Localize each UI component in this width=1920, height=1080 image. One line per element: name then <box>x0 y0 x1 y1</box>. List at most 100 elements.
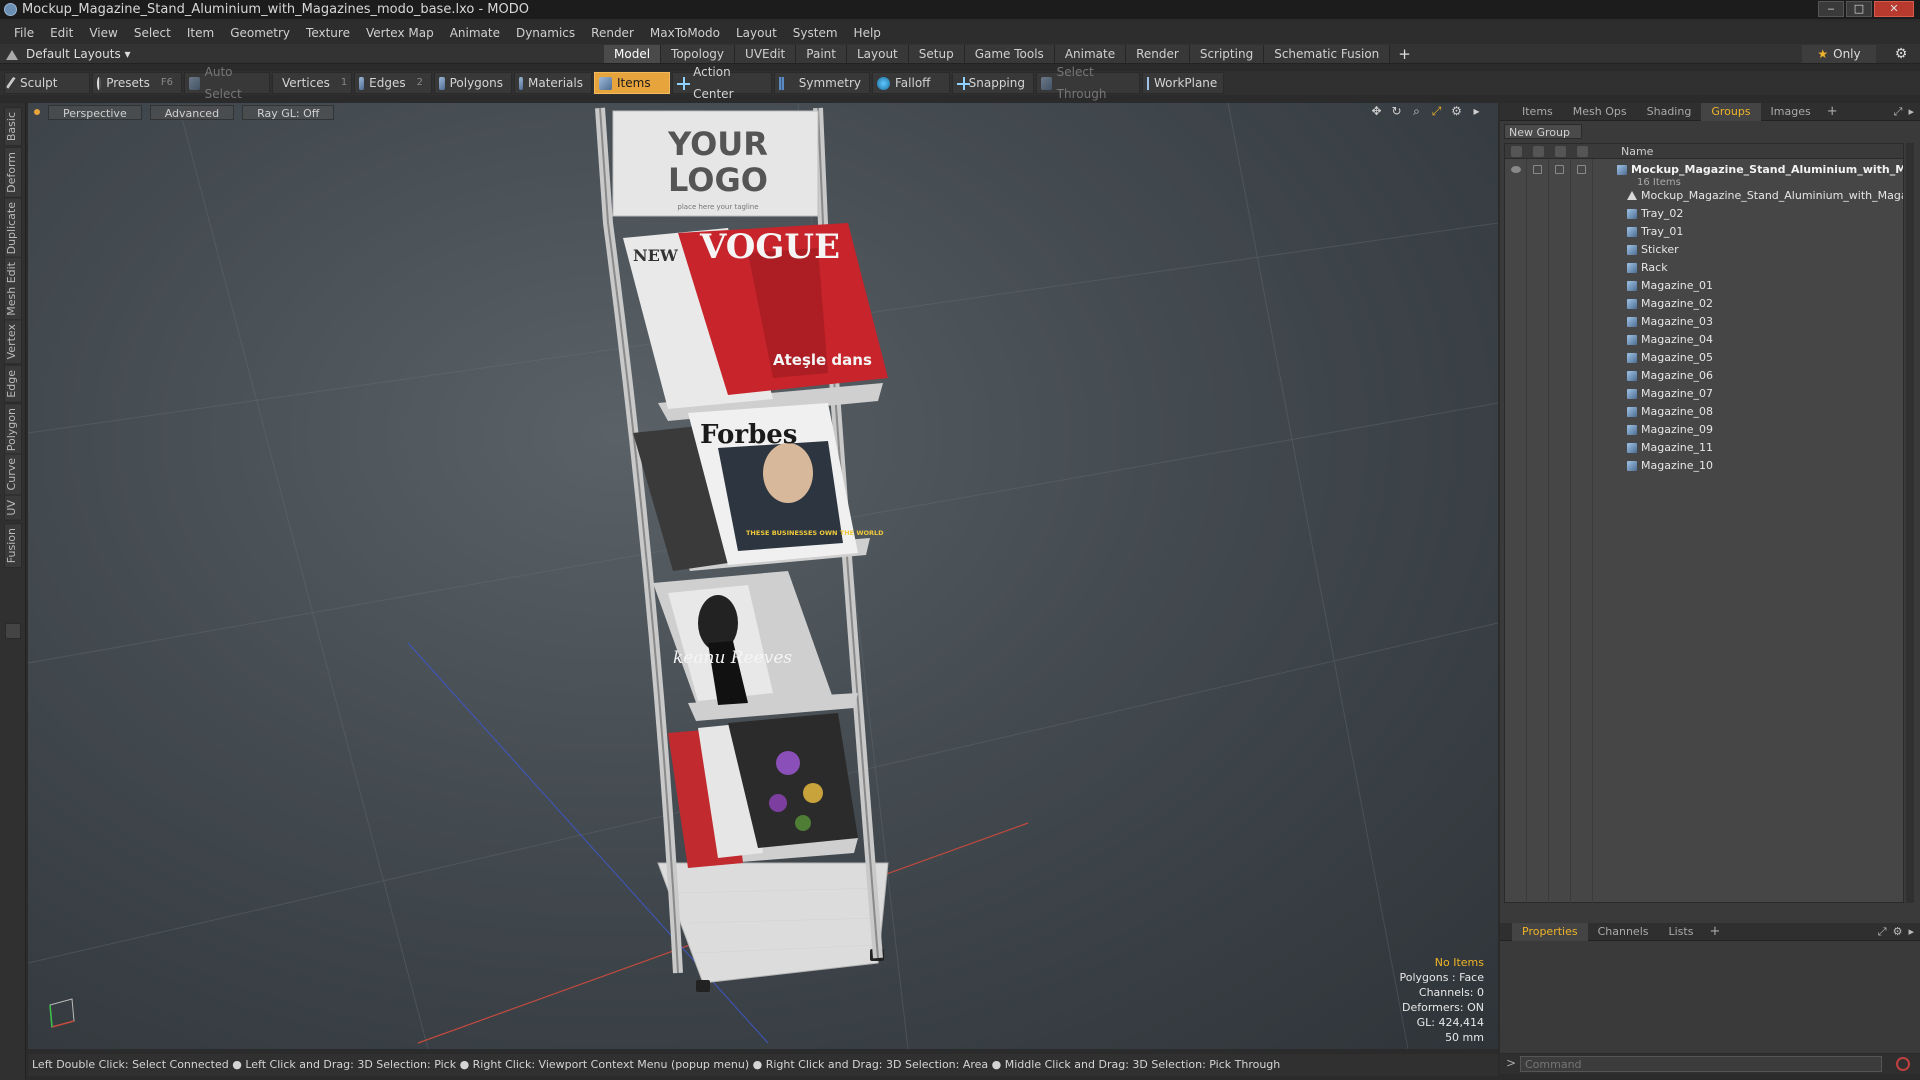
menu-maxtomodo[interactable]: MaxToModo <box>642 22 728 44</box>
list-item[interactable]: Magazine_02 <box>1505 295 1903 313</box>
tab-lists[interactable]: Lists <box>1659 923 1704 941</box>
shading-mode-button[interactable]: Advanced <box>149 104 235 120</box>
list-item[interactable]: Magazine_04 <box>1505 331 1903 349</box>
sculpt-button[interactable]: Sculpt <box>4 72 90 94</box>
pan-icon[interactable]: ✥ <box>1369 104 1384 119</box>
viewport-settings-icon[interactable]: ⚙ <box>1449 104 1464 119</box>
only-toggle[interactable]: ★ Only <box>1802 45 1876 63</box>
lock-toggle-icon[interactable] <box>1555 165 1564 174</box>
add-properties-tab-button[interactable]: + <box>1703 924 1726 939</box>
3d-viewport[interactable]: YOUR LOGO place here your tagline NEW VO… <box>28 103 1498 1049</box>
groups-scrollbar[interactable] <box>1906 143 1914 903</box>
tab-channels[interactable]: Channels <box>1588 923 1659 941</box>
panel-menu-icon[interactable]: ▸ <box>1908 103 1914 121</box>
left-tab-duplicate[interactable]: Duplicate <box>4 197 22 260</box>
list-item[interactable]: Magazine_08 <box>1505 403 1903 421</box>
materials-button[interactable]: Materials <box>514 72 592 94</box>
visibility-column-icon[interactable] <box>1511 146 1522 157</box>
menu-system[interactable]: System <box>785 22 846 44</box>
menu-geometry[interactable]: Geometry <box>222 22 298 44</box>
list-item[interactable]: Magazine_01 <box>1505 277 1903 295</box>
viewport-menu-dot[interactable] <box>34 109 40 115</box>
list-item[interactable]: Magazine_09 <box>1505 421 1903 439</box>
list-item[interactable]: Magazine_10 <box>1505 457 1903 475</box>
lock-column-icon[interactable] <box>1555 146 1566 157</box>
left-tab-basic[interactable]: Basic <box>4 107 22 147</box>
list-item[interactable]: Magazine_11 <box>1505 439 1903 457</box>
polygons-button[interactable]: Polygons <box>434 72 512 94</box>
list-item[interactable]: Tray_01 <box>1505 223 1903 241</box>
tab-images[interactable]: Images <box>1761 103 1821 121</box>
edges-button[interactable]: Edges 2 <box>354 72 432 94</box>
new-group-button[interactable]: New Group <box>1504 124 1582 139</box>
symmetry-button[interactable]: Symmetry <box>774 72 870 94</box>
vertices-button[interactable]: Vertices 1 <box>272 72 352 94</box>
fit-icon[interactable]: ⤢ <box>1429 104 1444 119</box>
presets-button[interactable]: Presets F6 <box>92 72 182 94</box>
tab-layout[interactable]: Layout <box>846 45 909 63</box>
list-item[interactable]: Magazine_05 <box>1505 349 1903 367</box>
viewport-expand-icon[interactable]: ▸ <box>1469 104 1484 119</box>
menu-texture[interactable]: Texture <box>298 22 358 44</box>
tab-schematic-fusion[interactable]: Schematic Fusion <box>1264 45 1391 63</box>
select-column-icon[interactable] <box>1577 146 1588 157</box>
gear-icon[interactable]: ⚙ <box>1892 45 1910 63</box>
panel-expand-icon[interactable]: ⤢ <box>1894 103 1903 121</box>
tab-items[interactable]: Items <box>1512 103 1563 121</box>
list-item[interactable]: Magazine_03 <box>1505 313 1903 331</box>
select-toggle-icon[interactable] <box>1577 165 1586 174</box>
raygl-button[interactable]: Ray GL: Off <box>242 104 335 120</box>
tab-mesh-ops[interactable]: Mesh Ops <box>1563 103 1637 121</box>
menu-render[interactable]: Render <box>583 22 642 44</box>
left-tab-edge[interactable]: Edge <box>4 365 22 403</box>
list-item[interactable]: Tray_02 <box>1505 205 1903 223</box>
left-tab-polygon[interactable]: Polygon <box>4 403 22 457</box>
left-tab-uv[interactable]: UV <box>4 495 22 521</box>
tab-groups[interactable]: Groups <box>1701 102 1761 121</box>
tab-setup[interactable]: Setup <box>908 45 965 63</box>
select-through-button[interactable]: Select Through <box>1036 65 1140 101</box>
menu-edit[interactable]: Edit <box>42 22 81 44</box>
tab-game-tools[interactable]: Game Tools <box>964 45 1055 63</box>
list-item[interactable]: Sticker <box>1505 241 1903 259</box>
close-button[interactable]: ✕ <box>1874 1 1914 17</box>
left-tab-fusion[interactable]: Fusion <box>4 523 22 569</box>
tab-properties[interactable]: Properties <box>1512 922 1588 941</box>
properties-expand-icon[interactable]: ⤢ <box>1878 923 1887 941</box>
maximize-button[interactable]: □ <box>1846 1 1872 17</box>
workplane-button[interactable]: WorkPlane <box>1142 72 1224 94</box>
left-strip-toggle[interactable] <box>5 623 21 639</box>
tab-shading[interactable]: Shading <box>1637 103 1702 121</box>
group-root-row[interactable]: Mockup_Magazine_Stand_Aluminium_with_M..… <box>1505 161 1903 179</box>
render-toggle-icon[interactable] <box>1533 165 1542 174</box>
list-item[interactable]: Mockup_Magazine_Stand_Aluminium_with_Mag… <box>1505 187 1903 205</box>
snapping-button[interactable]: Snapping <box>952 72 1034 94</box>
left-tab-mesh-edit[interactable]: Mesh Edit <box>4 257 22 321</box>
eye-icon[interactable] <box>1511 166 1521 173</box>
menu-dynamics[interactable]: Dynamics <box>508 22 583 44</box>
list-item[interactable]: Magazine_06 <box>1505 367 1903 385</box>
zoom-icon[interactable]: ⌕ <box>1409 104 1424 119</box>
falloff-button[interactable]: Falloff <box>872 72 950 94</box>
tab-model[interactable]: Model <box>604 45 662 63</box>
orbit-icon[interactable]: ↻ <box>1389 104 1404 119</box>
properties-gear-icon[interactable]: ⚙ <box>1893 923 1903 941</box>
menu-animate[interactable]: Animate <box>442 22 508 44</box>
list-item[interactable]: Magazine_07 <box>1505 385 1903 403</box>
layouts-dropdown[interactable]: Default Layouts ▾ <box>6 45 131 63</box>
tab-render[interactable]: Render <box>1126 45 1190 63</box>
items-button[interactable]: Items <box>594 72 670 94</box>
auto-select-button[interactable]: Auto Select <box>184 65 270 101</box>
list-item[interactable]: Rack <box>1505 259 1903 277</box>
add-panel-tab-button[interactable]: + <box>1821 104 1844 119</box>
left-tab-vertex[interactable]: Vertex <box>4 319 22 365</box>
record-macro-icon[interactable] <box>1896 1057 1910 1071</box>
left-tab-curve[interactable]: Curve <box>4 453 22 496</box>
tab-scripting[interactable]: Scripting <box>1189 45 1265 63</box>
menu-item[interactable]: Item <box>179 22 222 44</box>
minimize-button[interactable]: ‒ <box>1818 1 1844 17</box>
add-tab-button[interactable]: + <box>1390 45 1419 63</box>
properties-menu-icon[interactable]: ▸ <box>1908 923 1914 941</box>
render-column-icon[interactable] <box>1533 146 1544 157</box>
menu-layout[interactable]: Layout <box>728 22 785 44</box>
